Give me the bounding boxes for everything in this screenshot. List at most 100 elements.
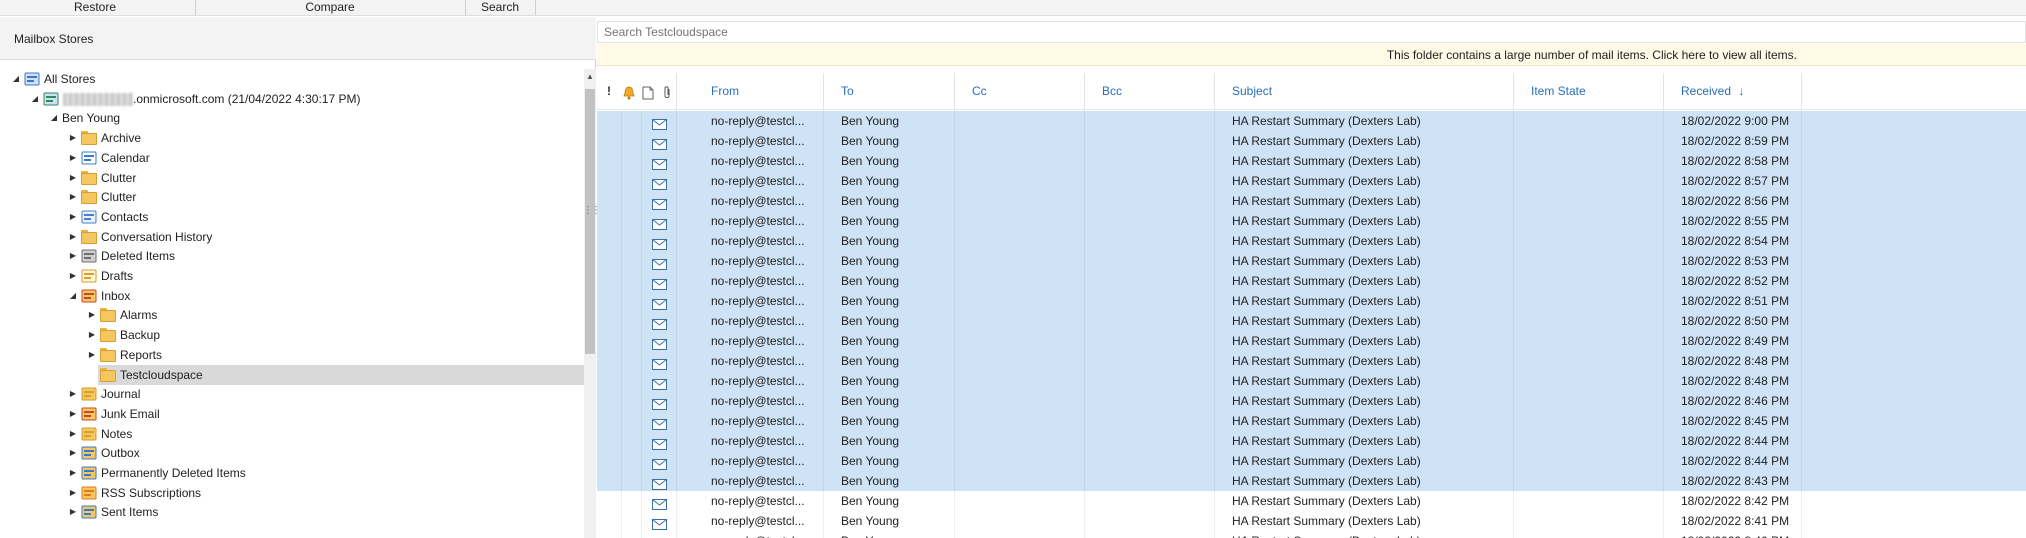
tree-item-label: Junk Email bbox=[101, 404, 160, 424]
tree-item[interactable]: ▶ Journal bbox=[0, 384, 584, 404]
tree-item[interactable]: ▶ RSS Subscriptions bbox=[0, 483, 584, 503]
search-button[interactable]: Search bbox=[472, 0, 528, 15]
tree-item[interactable]: ▶ Alarms bbox=[0, 305, 584, 325]
expand-arrow-icon[interactable]: ▶ bbox=[67, 168, 79, 188]
collapse-arrow-icon[interactable]: ◢ bbox=[10, 69, 22, 89]
message-row[interactable]: no-reply@testcl... Ben Young HA Restart Su… bbox=[597, 411, 2026, 431]
expand-arrow-icon[interactable]: ▶ bbox=[67, 266, 79, 286]
message-row[interactable]: no-reply@testcl... Ben Young HA Restart Su… bbox=[597, 271, 2026, 291]
paperclip-icon[interactable] bbox=[661, 86, 673, 100]
importance-column-header[interactable]: ! bbox=[607, 73, 615, 110]
compare-button[interactable]: Compare bbox=[255, 0, 405, 15]
expand-arrow-icon[interactable]: ▶ bbox=[67, 148, 79, 168]
tree-item[interactable]: ▶ Drafts bbox=[0, 266, 584, 286]
tree-item[interactable]: ▶ Clutter bbox=[0, 187, 584, 207]
tree-item[interactable]: ◢ Ben Young bbox=[0, 108, 584, 128]
restore-button[interactable]: Restore bbox=[20, 0, 170, 15]
expand-arrow-icon[interactable]: ▶ bbox=[67, 187, 79, 207]
message-row[interactable]: no-reply@testcl... Ben Young HA Restart Su… bbox=[597, 451, 2026, 471]
expand-arrow-icon[interactable]: ▶ bbox=[86, 345, 98, 365]
expand-arrow-icon[interactable]: ▶ bbox=[67, 227, 79, 247]
expand-arrow-icon[interactable]: ▶ bbox=[67, 483, 79, 503]
message-row[interactable]: no-reply@testcl... Ben Young HA Restart Su… bbox=[597, 291, 2026, 311]
tree-item[interactable]: ▶ Notes bbox=[0, 424, 584, 444]
tree-item[interactable]: ▶ Permanently Deleted Items bbox=[0, 463, 584, 483]
tree-item[interactable]: ◢ All Stores bbox=[0, 69, 584, 89]
collapse-arrow-icon[interactable]: ◢ bbox=[67, 286, 79, 306]
tree-item[interactable]: ◢ Inbox bbox=[0, 286, 584, 306]
expand-arrow-icon[interactable]: ▶ bbox=[67, 207, 79, 227]
row-column-separator bbox=[676, 211, 677, 231]
message-row[interactable]: no-reply@testcl... Ben Young HA Restart Su… bbox=[597, 111, 2026, 131]
search-input[interactable] bbox=[597, 21, 2026, 43]
collapse-arrow-icon[interactable]: ◢ bbox=[48, 108, 60, 128]
message-row[interactable]: no-reply@testcl... Ben Young HA Restart Su… bbox=[597, 371, 2026, 391]
tree-item[interactable]: ▶ Contacts bbox=[0, 207, 584, 227]
message-row[interactable]: no-reply@testcl... Ben Young HA Restart Su… bbox=[597, 151, 2026, 171]
expand-arrow-icon[interactable]: ▶ bbox=[67, 246, 79, 266]
tree-item[interactable]: ▶ Backup bbox=[0, 325, 584, 345]
bcc-column-header[interactable]: Bcc bbox=[1102, 73, 1122, 110]
message-row[interactable]: no-reply@testcl... Ben Young HA Restart Su… bbox=[597, 171, 2026, 191]
message-row[interactable]: no-reply@testcl... Ben Young HA Restart Su… bbox=[597, 511, 2026, 531]
expand-arrow-icon[interactable]: ▶ bbox=[67, 424, 79, 444]
tree-item[interactable]: ▶ Sent Items bbox=[0, 502, 584, 522]
item-state-column-header[interactable]: Item State bbox=[1531, 73, 1586, 110]
message-row[interactable]: no-reply@testcl... Ben Young HA Restart Su… bbox=[597, 351, 2026, 371]
tree-item[interactable]: Testcloudspace bbox=[0, 364, 584, 385]
expand-arrow-icon[interactable]: ▶ bbox=[67, 463, 79, 483]
to-column-header[interactable]: To bbox=[841, 73, 854, 110]
tree-item[interactable]: ▶ Conversation History bbox=[0, 227, 584, 247]
message-row[interactable]: no-reply@testcl... Ben Young HA Restart Su… bbox=[597, 251, 2026, 271]
expand-arrow-icon[interactable]: ▶ bbox=[86, 325, 98, 345]
expand-arrow-icon[interactable]: ▶ bbox=[67, 384, 79, 404]
tree-item-label: Notes bbox=[101, 424, 132, 444]
row-column-separator bbox=[1663, 371, 1664, 391]
tree-item-text: Clutter bbox=[101, 190, 137, 205]
message-row[interactable]: no-reply@testcl... Ben Young HA Restart Su… bbox=[597, 131, 2026, 151]
cc-column-header[interactable]: Cc bbox=[972, 73, 987, 110]
expand-arrow-icon[interactable]: ▶ bbox=[67, 443, 79, 463]
to-cell: Ben Young bbox=[841, 154, 900, 168]
collapse-arrow-icon[interactable]: ◢ bbox=[29, 89, 41, 109]
expand-arrow-icon[interactable]: ▶ bbox=[67, 502, 79, 522]
row-column-separator bbox=[1663, 271, 1664, 291]
expand-arrow-icon[interactable]: ▶ bbox=[67, 128, 79, 148]
tree-item[interactable]: ▶ Archive bbox=[0, 128, 584, 148]
tree-scrollbar-thumb[interactable] bbox=[585, 89, 595, 354]
view-all-items-link[interactable]: This folder contains a large number of m… bbox=[1387, 48, 1797, 62]
message-row[interactable]: no-reply@testcl... Ben Young HA Restart Su… bbox=[597, 531, 2026, 538]
expand-arrow-icon[interactable] bbox=[86, 365, 98, 385]
received-column-label: Received bbox=[1681, 84, 1732, 98]
tree-item[interactable]: ◢ .onmicrosoft.com (21/04/2022 4:30:17 PM… bbox=[0, 89, 584, 109]
tree-item[interactable]: ▶ Deleted Items bbox=[0, 246, 584, 266]
message-row[interactable]: no-reply@testcl... Ben Young HA Restart Su… bbox=[597, 491, 2026, 511]
message-row[interactable]: no-reply@testcl... Ben Young HA Restart Su… bbox=[597, 211, 2026, 231]
tree-item[interactable]: ▶ Clutter bbox=[0, 168, 584, 188]
tree-item[interactable]: ▶ Outbox bbox=[0, 443, 584, 463]
page-icon[interactable] bbox=[642, 86, 654, 100]
message-row[interactable]: no-reply@testcl... Ben Young HA Restart Su… bbox=[597, 191, 2026, 211]
tree-item[interactable]: ▶ Junk Email bbox=[0, 404, 584, 424]
received-column-header[interactable]: Received ↓ bbox=[1681, 73, 1744, 110]
message-row[interactable]: no-reply@testcl... Ben Young HA Restart Su… bbox=[597, 331, 2026, 351]
row-column-separator bbox=[823, 331, 824, 351]
tree-scrollbar[interactable]: ▲ bbox=[584, 69, 596, 538]
subject-column-header[interactable]: Subject bbox=[1232, 73, 1272, 110]
message-row[interactable]: no-reply@testcl... Ben Young HA Restart Su… bbox=[597, 231, 2026, 251]
message-row[interactable]: no-reply@testcl... Ben Young HA Restart Su… bbox=[597, 391, 2026, 411]
tree-item[interactable]: ▶ Reports bbox=[0, 345, 584, 365]
row-column-separator bbox=[1663, 191, 1664, 211]
message-row[interactable]: no-reply@testcl... Ben Young HA Restart Su… bbox=[597, 431, 2026, 451]
expand-arrow-icon[interactable]: ▶ bbox=[86, 305, 98, 325]
scroll-up-icon[interactable]: ▲ bbox=[584, 71, 596, 83]
large-folder-info-bar[interactable]: This folder contains a large number of m… bbox=[597, 44, 2026, 66]
message-row[interactable]: no-reply@testcl... Ben Young HA Restart Su… bbox=[597, 471, 2026, 491]
bell-icon[interactable] bbox=[623, 86, 635, 100]
expand-arrow-icon[interactable]: ▶ bbox=[67, 404, 79, 424]
tree-item[interactable]: ▶ Calendar bbox=[0, 148, 584, 168]
message-row[interactable]: no-reply@testcl... Ben Young HA Restart Su… bbox=[597, 311, 2026, 331]
from-column-header[interactable]: From bbox=[711, 73, 739, 110]
row-column-separator bbox=[676, 231, 677, 251]
tree-item-label: Clutter bbox=[101, 168, 136, 188]
